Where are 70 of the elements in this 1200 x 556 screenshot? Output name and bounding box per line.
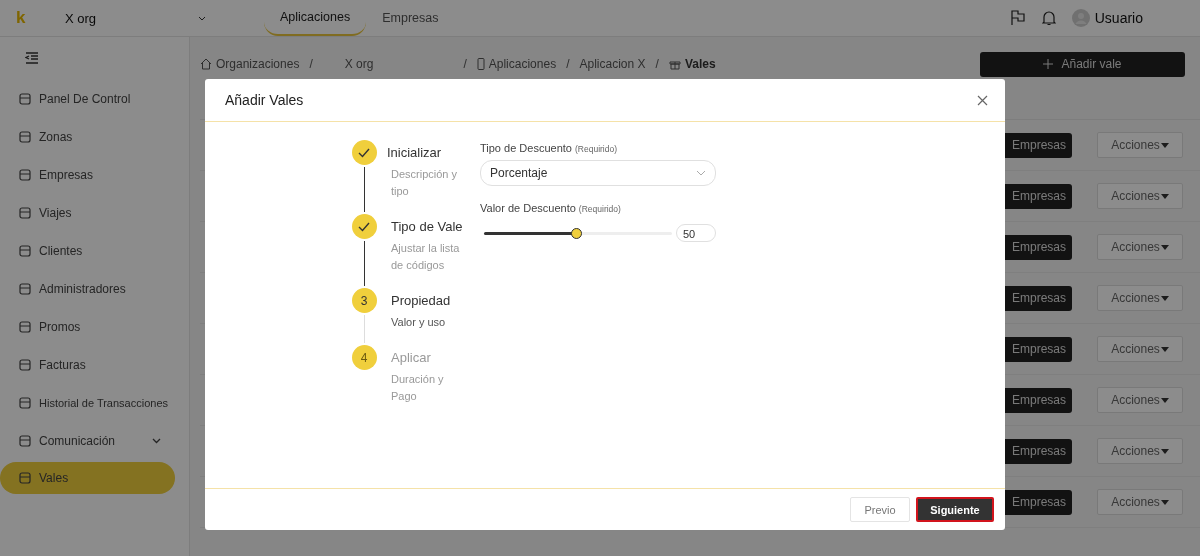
caret-icon bbox=[1160, 244, 1169, 250]
sidebar-item[interactable]: Historial de Transacciones bbox=[0, 384, 175, 422]
caret-icon bbox=[1160, 499, 1169, 505]
caret-icon bbox=[1160, 193, 1169, 199]
breadcrumb-separator: / bbox=[463, 57, 467, 71]
actions-dropdown[interactable]: Acciones bbox=[1097, 183, 1183, 209]
sidebar-item[interactable]: Clientes bbox=[0, 232, 175, 270]
chevron-down-icon bbox=[696, 170, 706, 176]
breadcrumb-separator: / bbox=[566, 57, 570, 71]
bell-icon[interactable] bbox=[1041, 10, 1056, 26]
check-icon bbox=[358, 221, 370, 232]
menu-icon[interactable] bbox=[25, 52, 39, 64]
breadcrumb-separator: / bbox=[309, 57, 313, 71]
next-button[interactable]: Siguiente bbox=[916, 497, 994, 522]
caret-icon bbox=[1160, 295, 1169, 301]
step-title: Inicializar bbox=[387, 144, 443, 162]
phone-icon bbox=[476, 58, 485, 70]
step-description: Duración y Pago bbox=[390, 372, 445, 404]
sidebar-item[interactable]: Panel De Control bbox=[0, 80, 175, 118]
actions-dropdown[interactable]: Acciones bbox=[1097, 438, 1183, 464]
discount-type-select[interactable]: Porcentaje bbox=[480, 160, 716, 186]
caret-icon bbox=[1160, 397, 1169, 403]
sidebar-item[interactable]: Viajes bbox=[0, 194, 175, 232]
dialog-title: Añadir Vales bbox=[225, 92, 304, 108]
actions-dropdown[interactable]: Acciones bbox=[1097, 132, 1183, 158]
step-title: Tipo de Vale bbox=[390, 218, 464, 236]
flag-icon[interactable] bbox=[1009, 10, 1026, 26]
step-title: Aplicar bbox=[390, 349, 432, 367]
caret-icon bbox=[1160, 142, 1169, 148]
previous-button[interactable]: Previo bbox=[850, 497, 910, 522]
sidebar-item[interactable]: Zonas bbox=[0, 118, 175, 156]
sidebar-item[interactable]: Facturas bbox=[0, 346, 175, 384]
caret-icon bbox=[1160, 448, 1169, 454]
step-indicator: 3 bbox=[351, 288, 377, 313]
sidebar-item[interactable]: Empresas bbox=[0, 156, 175, 194]
plus-icon bbox=[1043, 59, 1054, 69]
field-label: Valor de Descuento (Requirido) bbox=[480, 202, 622, 214]
breadcrumb-separator: / bbox=[655, 57, 659, 71]
user-name[interactable]: Usuario bbox=[1094, 10, 1143, 26]
step-title: Propiedad bbox=[390, 292, 452, 310]
actions-dropdown[interactable]: Acciones bbox=[1097, 489, 1183, 515]
home-icon bbox=[200, 58, 212, 70]
breadcrumb-link[interactable]: Aplicaciones bbox=[488, 57, 557, 71]
field-label: Tipo de Descuento (Requirido) bbox=[480, 142, 619, 154]
nav-tab[interactable]: Empresas bbox=[366, 0, 455, 36]
sidebar-item[interactable]: Promos bbox=[0, 308, 175, 346]
breadcrumb-link[interactable]: Aplicacion X bbox=[579, 57, 646, 71]
sidebar-item[interactable]: Administradores bbox=[0, 270, 175, 308]
step-description: Descripción y tipo bbox=[390, 167, 459, 199]
actions-dropdown[interactable]: Acciones bbox=[1097, 387, 1183, 413]
breadcrumb-link[interactable]: Vales bbox=[684, 57, 716, 71]
breadcrumb-link[interactable]: Organizaciones bbox=[216, 57, 300, 71]
sidebar-item[interactable]: Vales bbox=[0, 462, 175, 494]
step-indicator: 4 bbox=[351, 345, 377, 370]
caret-icon bbox=[1160, 346, 1169, 352]
add-button[interactable]: Añadir vale bbox=[980, 51, 1185, 77]
sidebar-item[interactable]: Comunicación bbox=[0, 422, 175, 460]
step-description: Ajustar la lista de códigos bbox=[390, 241, 461, 273]
actions-dropdown[interactable]: Acciones bbox=[1097, 336, 1183, 362]
check-icon bbox=[358, 147, 370, 158]
org-name: X org bbox=[65, 10, 98, 26]
logo: k bbox=[16, 8, 27, 28]
close-icon[interactable] bbox=[977, 94, 988, 106]
actions-dropdown[interactable]: Acciones bbox=[1097, 234, 1183, 260]
chevron-down-icon[interactable] bbox=[198, 15, 206, 21]
actions-dropdown[interactable]: Acciones bbox=[1097, 285, 1183, 311]
breadcrumb-link[interactable]: X org bbox=[344, 57, 374, 71]
nav-tab[interactable]: Aplicaciones bbox=[264, 0, 367, 36]
chevron-down-icon[interactable] bbox=[152, 438, 161, 444]
step-description: Valor y uso bbox=[390, 315, 447, 330]
